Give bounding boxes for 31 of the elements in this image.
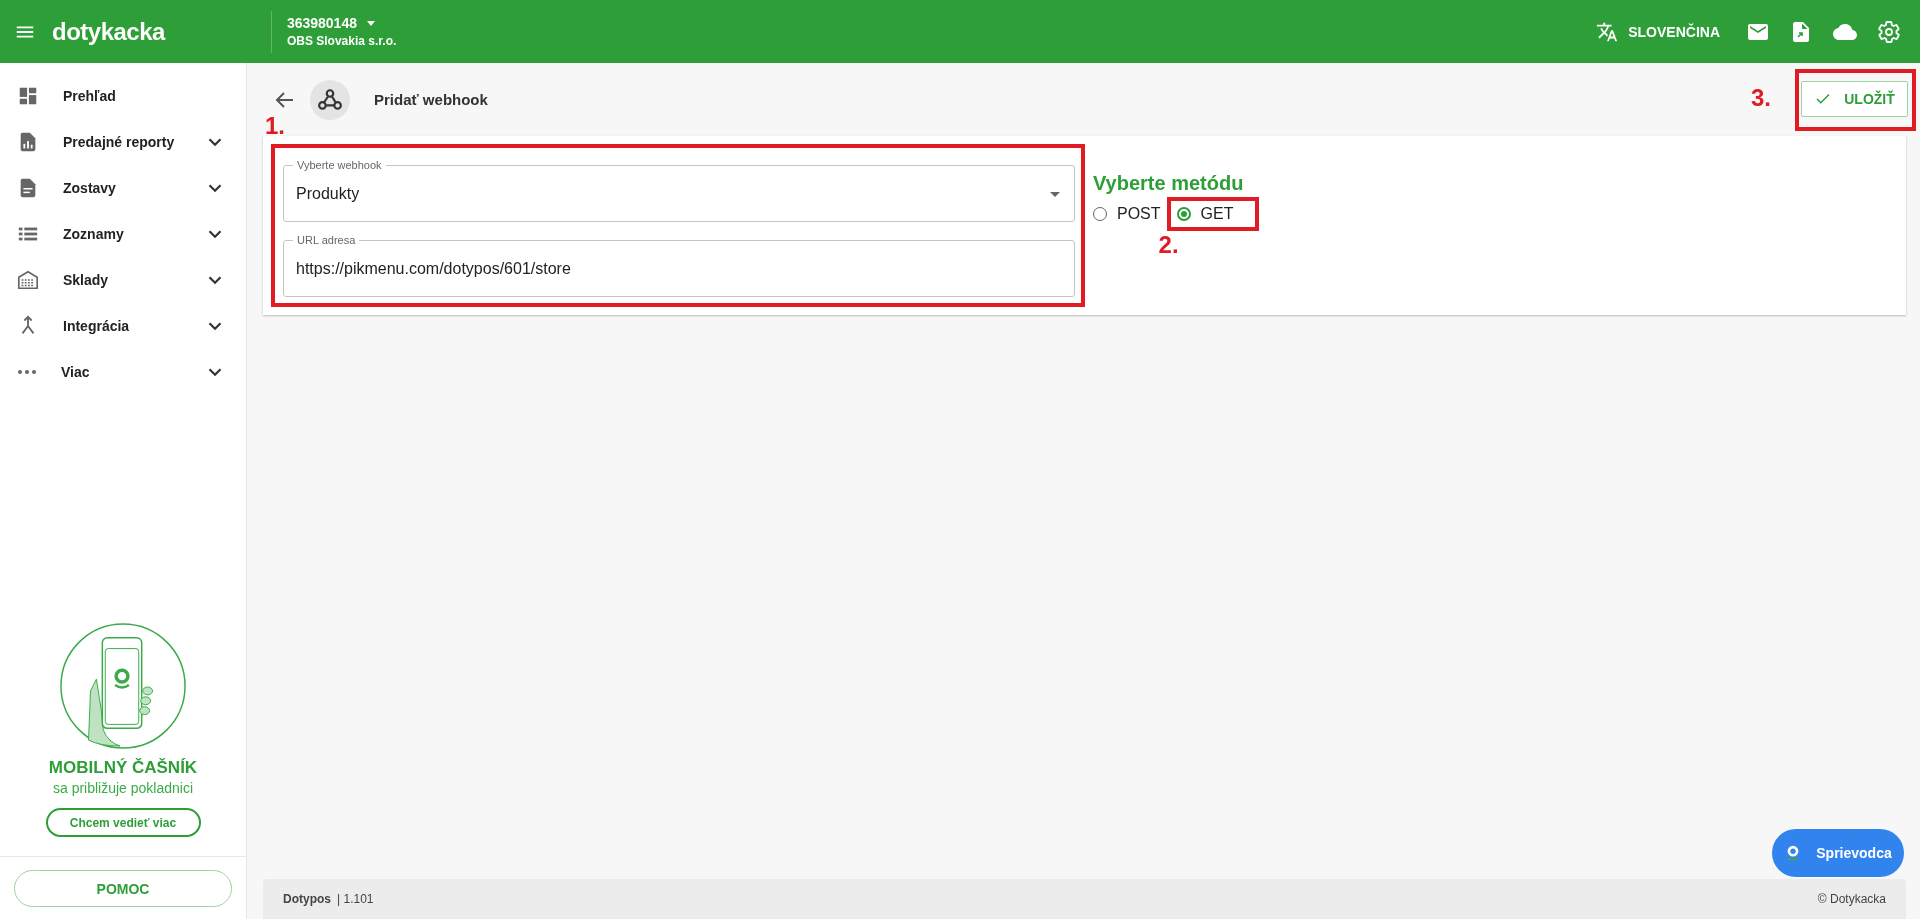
radio-option[interactable]: POST	[1093, 201, 1161, 227]
page-title: Pridať webhook	[374, 91, 488, 108]
radio-option[interactable]: GET	[1176, 201, 1234, 227]
sidebar-item[interactable]: Predajné reporty	[0, 119, 246, 165]
annotation-number: 2.	[1158, 231, 1179, 259]
more-icon	[17, 369, 37, 375]
copyright-text: © Dotykacka	[1817, 892, 1886, 906]
promo-title: MOBILNÝ ČAŠNÍK	[48, 758, 198, 778]
annotation-number: 1.	[265, 112, 285, 140]
annotation-number: 3.	[1751, 83, 1771, 112]
guide-button[interactable]: Sprievodca	[1772, 829, 1904, 877]
sidebar-item[interactable]: Zoznamy	[0, 211, 246, 257]
sidebar-item[interactable]: Viac	[0, 349, 246, 395]
method-heading: Vyberte metódu	[1093, 172, 1244, 194]
sidebar-item[interactable]: Prehľad	[0, 73, 246, 119]
promo-subtitle: sa približuje pokladnici	[52, 780, 194, 796]
webhook-select[interactable]: Vyberte webhook Produkty	[283, 159, 1075, 222]
sidebar-item[interactable]: Sklady	[0, 257, 246, 303]
translate-icon	[1596, 20, 1619, 43]
webhook-icon	[310, 79, 350, 120]
product-name: Dotypos	[283, 892, 331, 906]
caret-icon	[1050, 191, 1060, 197]
settings-icon[interactable]	[1877, 19, 1901, 44]
sidebar-item[interactable]: Integrácia	[0, 303, 246, 349]
dropdown-icon[interactable]	[367, 20, 375, 26]
url-field[interactable]: URL adresa https://pikmenu.com/dotypos/601/store	[283, 234, 1075, 297]
company-name: OBS Slovakia s.r.o.	[286, 34, 397, 48]
version-text: | 1.101	[337, 892, 374, 906]
sidebar-item[interactable]: Zostavy	[0, 165, 246, 211]
sidebar-icon	[17, 85, 39, 107]
sidebar-icon	[17, 269, 39, 291]
